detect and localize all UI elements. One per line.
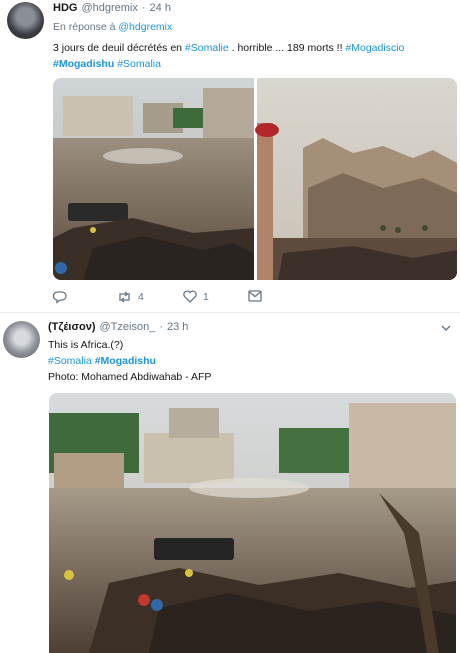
direct-message-button[interactable] bbox=[248, 290, 262, 302]
display-name[interactable]: (Τζέισον) bbox=[48, 321, 96, 333]
separator-dot: · bbox=[141, 2, 146, 14]
photo-right[interactable] bbox=[255, 78, 457, 280]
avatar[interactable] bbox=[3, 321, 40, 358]
user-handle[interactable]: @Tzeison_ bbox=[100, 321, 156, 333]
tweet-text-line: 3 jours de deuil décrétés en #Somalie . … bbox=[53, 40, 404, 56]
photo-left[interactable] bbox=[53, 78, 254, 280]
tweet[interactable]: (Τζέισον) @Tzeison_ · 23 h This is Afric… bbox=[0, 313, 460, 653]
text-segment: 3 jours de deuil décrétés en bbox=[53, 42, 185, 54]
hashtag-link[interactable]: #Mogadishu bbox=[95, 355, 156, 367]
chevron-down-icon bbox=[440, 322, 452, 334]
tweet-text-line: #Mogadishu #Somalia bbox=[53, 56, 404, 72]
hashtag-link[interactable]: #Somalia bbox=[117, 58, 161, 70]
tweet-header: HDG @hdgremix · 24 h bbox=[53, 2, 171, 14]
tweet-text-line: #Somalia #Mogadishu bbox=[48, 353, 211, 369]
reply-to-link[interactable]: @hdgremix bbox=[118, 21, 172, 33]
like-count: 1 bbox=[203, 290, 209, 303]
tweet-text: 3 jours de deuil décrétés en #Somalie . … bbox=[53, 40, 404, 72]
photo-grid bbox=[53, 78, 457, 280]
reply-button[interactable] bbox=[53, 290, 67, 304]
display-name[interactable]: HDG bbox=[53, 2, 77, 14]
hashtag-link[interactable]: #Somalia bbox=[48, 355, 92, 367]
user-handle[interactable]: @hdgremix bbox=[81, 2, 137, 14]
hashtag-link[interactable]: #Somalie bbox=[185, 42, 229, 54]
retweet-count: 4 bbox=[138, 291, 144, 303]
reply-icon bbox=[53, 290, 67, 304]
tweet-header: (Τζέισον) @Tzeison_ · 23 h bbox=[48, 321, 188, 333]
tweet-text-line: This is Africa.(?) bbox=[48, 339, 124, 351]
separator-dot: · bbox=[159, 321, 163, 333]
like-button[interactable]: 1 bbox=[183, 290, 209, 303]
heart-icon bbox=[183, 290, 197, 303]
tweet-text: This is Africa.(?) #Somalia #Mogadishu P… bbox=[48, 337, 211, 385]
photo-credit: Photo: Mohamed Abdiwahab - AFP bbox=[48, 371, 212, 383]
reply-prefix: En réponse à bbox=[53, 21, 116, 33]
envelope-icon bbox=[248, 290, 262, 302]
timestamp[interactable]: 23 h bbox=[167, 321, 188, 333]
timestamp[interactable]: 24 h bbox=[150, 2, 171, 14]
retweet-icon bbox=[117, 290, 132, 304]
text-segment: . horrible ... 189 morts !! bbox=[228, 42, 346, 54]
hashtag-link[interactable]: #Mogadishu bbox=[53, 58, 114, 70]
retweet-button[interactable]: 4 bbox=[117, 290, 144, 304]
avatar[interactable] bbox=[7, 2, 44, 39]
hashtag-link[interactable]: #Mogadiscio bbox=[345, 42, 404, 54]
reply-context: En réponse à @hdgremix bbox=[53, 21, 172, 33]
tweet[interactable]: HDG @hdgremix · 24 h En réponse à @hdgre… bbox=[0, 0, 460, 312]
tweet-photo[interactable] bbox=[49, 393, 456, 653]
tweet-menu-button[interactable] bbox=[440, 322, 452, 334]
tweet-actions: 4 1 bbox=[53, 290, 303, 306]
